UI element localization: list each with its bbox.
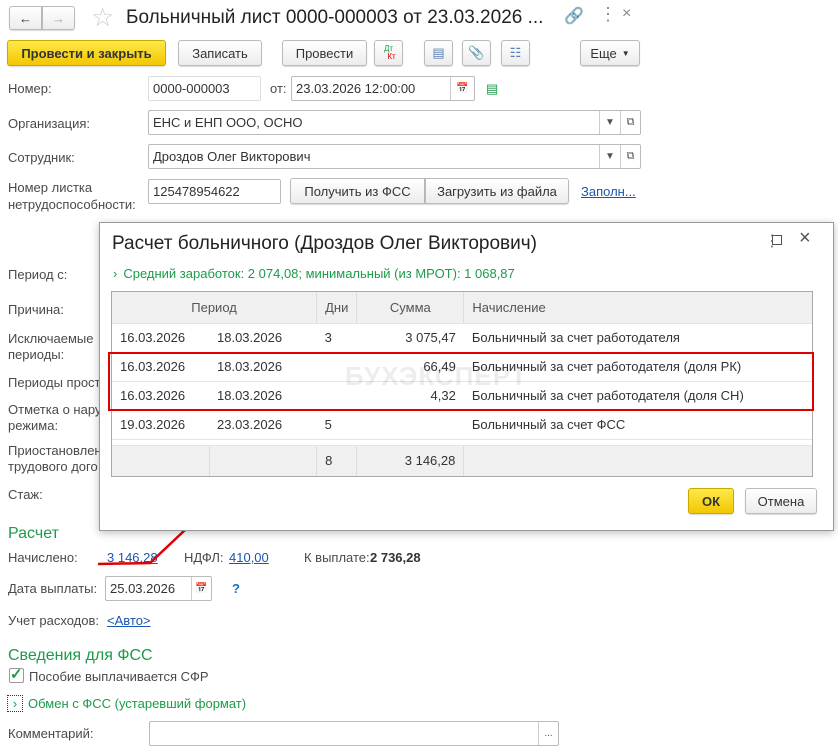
expense-label: Учет расходов: — [8, 613, 99, 628]
sick-leave-calc-dialog: Расчет больничного (Дроздов Олег Викторо… — [99, 222, 834, 531]
col-sum[interactable]: Сумма — [356, 292, 465, 324]
pay-date-value: 25.03.2026 — [110, 581, 176, 596]
chevron-right-icon: › — [113, 266, 118, 281]
benefit-sfr-checkbox[interactable]: ✓ — [9, 667, 24, 683]
summary-toggle[interactable]: › Средний заработок: 2 074,08; минимальны… — [113, 266, 515, 281]
table-header: Период Дни Сумма Начисление — [112, 292, 812, 324]
cell-sum: 3 075,47 — [356, 323, 464, 353]
fss-section-title: Сведения для ФСС — [8, 647, 153, 664]
table-footer: 83 146,28 — [112, 445, 812, 476]
table-row[interactable]: 19.03.2026 23.03.2026 5 Больничный за счет … — [112, 410, 812, 440]
comment-field[interactable]: ... — [149, 721, 559, 746]
cell-from: 19.03.2026 — [112, 410, 209, 440]
chevron-right-icon[interactable]: › — [7, 695, 23, 712]
dialog-title: Расчет больничного (Дроздов Олег Викторо… — [112, 233, 537, 254]
col-days[interactable]: Дни — [316, 292, 358, 324]
benefit-sfr-label: Пособие выплачивается СФР — [29, 669, 209, 684]
maximize-icon[interactable] — [772, 235, 782, 245]
fss-exchange-group[interactable]: Обмен с ФСС (устаревший формат) — [28, 696, 246, 712]
cell-accrual: Больничный за счет ФСС — [463, 410, 812, 440]
table-row[interactable]: 16.03.2026 18.03.2026 3 3 075,47 Больничный … — [112, 323, 812, 353]
select-button[interactable]: ... — [538, 722, 558, 745]
help-icon[interactable]: ? — [232, 581, 240, 597]
cell-accrual: Больничный за счет работодателя — [463, 323, 812, 353]
expense-link[interactable]: <Авто> — [107, 613, 151, 629]
cell-to: 18.03.2026 — [209, 323, 317, 353]
total-days: 8 — [316, 445, 358, 476]
col-period[interactable]: Период — [112, 292, 318, 324]
pay-date-label: Дата выплаты: — [8, 581, 98, 596]
close-icon[interactable]: × — [799, 227, 811, 250]
cell-sum — [356, 410, 464, 440]
highlight-box — [108, 352, 814, 411]
cell-from: 16.03.2026 — [112, 323, 209, 353]
cancel-button[interactable]: Отмена — [745, 488, 817, 514]
cell-days: 5 — [316, 410, 357, 440]
cell-days: 3 — [316, 323, 357, 353]
comment-label: Комментарий: — [8, 726, 94, 741]
cell-to: 23.03.2026 — [209, 410, 317, 440]
ok-button[interactable]: ОК — [688, 488, 734, 514]
col-accrual[interactable]: Начисление — [463, 292, 812, 324]
total-sum: 3 146,28 — [356, 445, 465, 476]
summary-text: Средний заработок: 2 074,08; минимальный… — [123, 266, 515, 281]
calendar-icon[interactable]: 📅 — [191, 577, 211, 600]
pay-date-field[interactable]: 25.03.2026 📅 — [105, 576, 212, 601]
